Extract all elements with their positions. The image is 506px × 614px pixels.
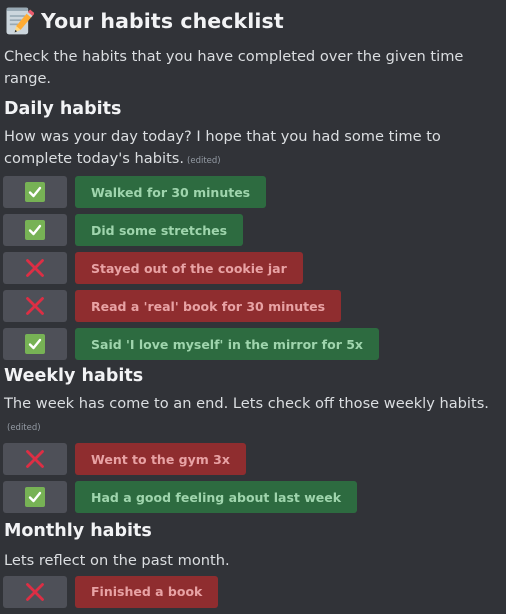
habit-row: Went to the gym 3x [3, 443, 504, 475]
toggle-missed-button[interactable] [3, 252, 67, 284]
check-mark-icon [25, 182, 45, 202]
toggle-missed-button[interactable] [3, 443, 67, 475]
cross-mark-icon [26, 582, 44, 601]
habits-message: Your habits checklist Check the habits t… [3, 5, 504, 614]
monthly-list: Finished a book [3, 575, 504, 608]
habit-row: Read a 'real' book for 30 minutes [3, 290, 504, 322]
habit-label-button[interactable]: Stayed out of the cookie jar [75, 252, 303, 284]
habit-label-button[interactable]: Read a 'real' book for 30 minutes [75, 290, 342, 322]
habit-label-button[interactable]: Said 'I love myself' in the mirror for 5… [75, 328, 379, 360]
check-mark-icon [25, 487, 45, 507]
check-mark-icon [25, 220, 45, 240]
check-mark-icon [25, 334, 45, 354]
edited-tag: (edited) [7, 422, 41, 433]
weekly-list: Went to the gym 3x Had a good feeling abo… [3, 443, 504, 513]
habit-row: Walked for 30 minutes [3, 176, 504, 208]
cross-mark-icon [26, 297, 44, 315]
habit-label-button[interactable]: Went to the gym 3x [75, 443, 246, 475]
habit-label-button[interactable]: Had a good feeling about last week [75, 481, 358, 513]
habit-row: Stayed out of the cookie jar [3, 252, 504, 284]
habit-row: Had a good feeling about last week [3, 481, 504, 513]
habit-label-button[interactable]: Finished a book [75, 575, 219, 608]
toggle-done-button[interactable] [3, 176, 67, 208]
toggle-done-button[interactable] [3, 481, 67, 513]
daily-heading: Daily habits [4, 99, 122, 119]
toggle-missed-button[interactable] [3, 290, 67, 322]
habit-label-button[interactable]: Did some stretches [75, 214, 244, 246]
toggle-done-button[interactable] [3, 328, 67, 360]
habit-row: Did some stretches [3, 214, 504, 246]
monthly-heading: Monthly habits [4, 521, 152, 541]
title-text: Your habits checklist [41, 9, 284, 33]
page-subtitle: Check the habits that you have completed… [4, 48, 464, 87]
habit-row: Said 'I love myself' in the mirror for 5… [3, 328, 504, 360]
edited-tag: (edited) [187, 155, 221, 166]
page-title: Your habits checklist [4, 5, 504, 37]
daily-description-text: How was your day today? I hope that you … [4, 128, 441, 167]
cross-mark-icon [26, 450, 44, 468]
daily-description: How was your day today? I hope that you … [4, 126, 504, 172]
weekly-description-text: The week has come to an end. Lets check … [4, 395, 489, 412]
memo-pencil-icon [6, 7, 34, 35]
habit-label-button[interactable]: Walked for 30 minutes [75, 176, 267, 208]
monthly-description: Lets reflect on the past month. [4, 552, 230, 569]
toggle-done-button[interactable] [3, 214, 67, 246]
habit-row: Finished a book [3, 575, 504, 608]
daily-list: Walked for 30 minutes Did some stretches S… [3, 176, 504, 360]
toggle-missed-button[interactable] [3, 575, 67, 608]
weekly-description: The week has come to an end. Lets check … [4, 393, 504, 439]
weekly-heading: Weekly habits [4, 366, 144, 386]
cross-mark-icon [26, 259, 44, 277]
